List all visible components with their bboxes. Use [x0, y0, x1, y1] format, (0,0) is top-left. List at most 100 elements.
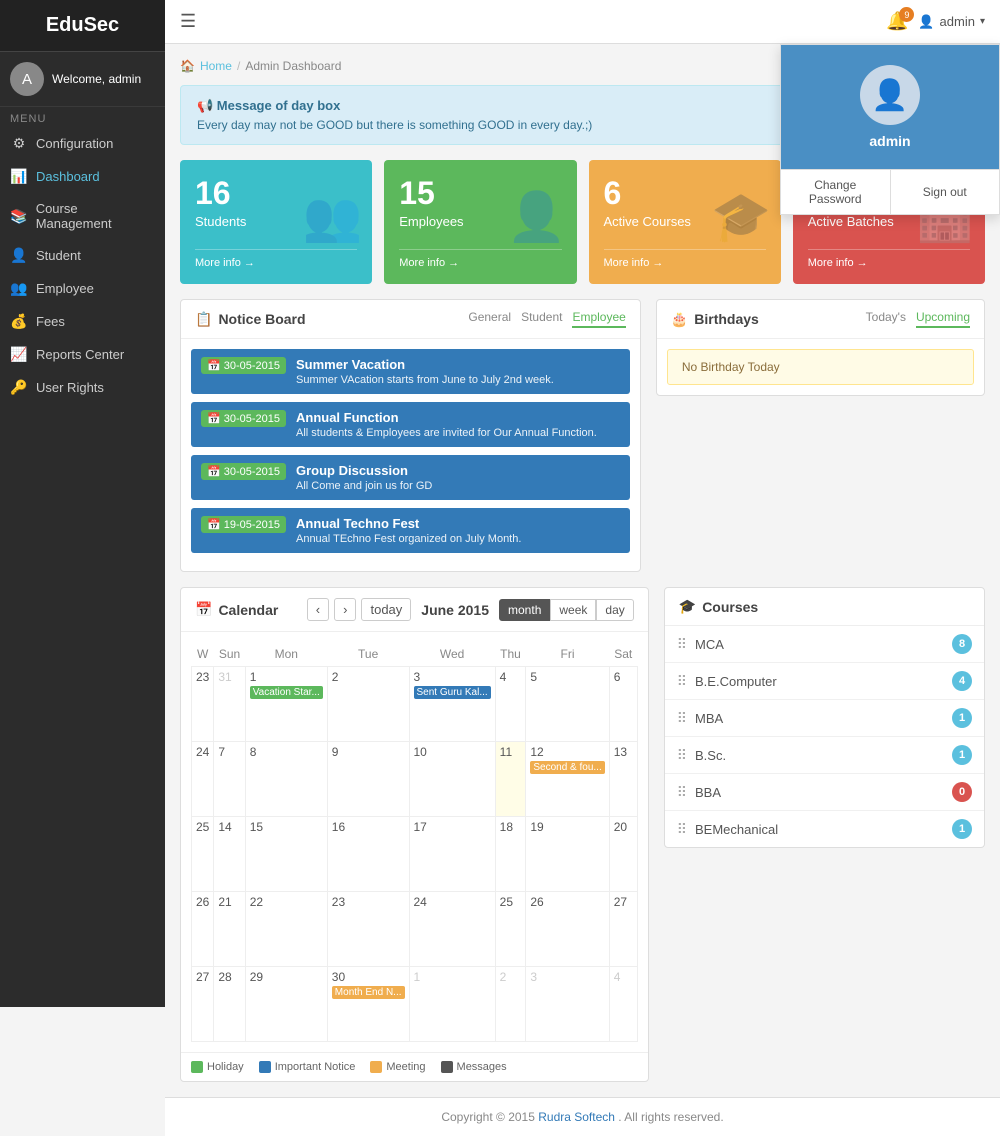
calendar-grid: W Sun Mon Tue Wed Thu Fri Sat — [191, 642, 638, 1042]
course-left-bba: ⠿ BBA — [677, 784, 721, 801]
cal-cell-jun21[interactable]: 21 — [214, 892, 245, 967]
cal-cell-jun13[interactable]: 13 — [609, 742, 637, 817]
cal-cell-may31[interactable]: 31 — [214, 667, 245, 742]
cal-cell-jun25[interactable]: 25 — [495, 892, 526, 967]
course-left-bsc: ⠿ B.Sc. — [677, 747, 726, 764]
cal-cell-jun6[interactable]: 6 — [609, 667, 637, 742]
admin-avatar: 👤 — [860, 65, 920, 125]
cal-cell-jun16[interactable]: 16 — [327, 817, 409, 892]
cal-cell-jun1[interactable]: 1 Vacation Star... — [245, 667, 327, 742]
sidebar-item-label: Reports Center — [36, 347, 124, 362]
topbar-right: 🔔 9 👤 admin ▾ — [886, 11, 985, 32]
cal-cell-jul2[interactable]: 2 — [495, 967, 526, 1042]
cal-cell-jun18[interactable]: 18 — [495, 817, 526, 892]
birthdays-tabs: Today's Upcoming — [866, 310, 970, 328]
cal-header-sun: Sun — [214, 642, 245, 667]
change-password-button[interactable]: Change Password — [781, 170, 891, 214]
sign-out-button[interactable]: Sign out — [891, 170, 1000, 214]
cal-view-month[interactable]: month — [499, 599, 550, 621]
notifications-button[interactable]: 🔔 9 — [886, 11, 908, 32]
calendar-legend: Holiday Important Notice Meeting Message… — [181, 1052, 648, 1081]
calendar-today-button[interactable]: today — [361, 598, 411, 621]
tab-employee[interactable]: Employee — [572, 310, 625, 328]
cal-cell-jun23[interactable]: 23 — [327, 892, 409, 967]
legend-holiday-dot — [191, 1061, 203, 1073]
notice-item-0: 📅 30-05-2015 Summer Vacation Summer VAca… — [191, 349, 630, 394]
notice-board-tabs: General Student Employee — [468, 310, 625, 328]
cal-view-week[interactable]: week — [550, 599, 596, 621]
drag-handle-icon: ⠿ — [677, 673, 687, 690]
notice-board-header: 📋 Notice Board General Student Employee — [181, 300, 640, 339]
sidebar-item-user-rights[interactable]: 🔑 User Rights — [0, 371, 165, 404]
sidebar-item-reports-center[interactable]: 📈 Reports Center — [0, 338, 165, 371]
breadcrumb-home[interactable]: Home — [200, 59, 232, 73]
tab-upcoming[interactable]: Upcoming — [916, 310, 970, 328]
students-more[interactable]: More info → — [195, 249, 357, 269]
sidebar-item-fees[interactable]: 💰 Fees — [0, 305, 165, 338]
cal-cell-jun28[interactable]: 28 — [214, 967, 245, 1042]
cal-cell-jun7[interactable]: 7 — [214, 742, 245, 817]
notice-desc-2: All Come and join us for GD — [296, 480, 432, 492]
notice-date-0: 📅 30-05-2015 — [201, 357, 286, 374]
course-icon: 📚 — [10, 208, 28, 225]
course-name-mca[interactable]: MCA — [695, 637, 724, 652]
cal-cell-jun2[interactable]: 2 — [327, 667, 409, 742]
course-name-bba[interactable]: BBA — [695, 785, 721, 800]
cal-cell-jun17[interactable]: 17 — [409, 817, 495, 892]
calendar-prev-button[interactable]: ‹ — [307, 598, 329, 621]
cal-row-27: 27 28 29 30 Month End N... 1 2 3 4 — [192, 967, 638, 1042]
cal-cell-jun12[interactable]: 12 Second & fou... — [526, 742, 609, 817]
footer-link[interactable]: Rudra Softech — [538, 1110, 615, 1124]
cal-cell-jun3[interactable]: 3 Sent Guru Kal... — [409, 667, 495, 742]
sidebar-item-student[interactable]: 👤 Student — [0, 239, 165, 272]
cal-cell-jun14[interactable]: 14 — [214, 817, 245, 892]
course-name-bsc[interactable]: B.Sc. — [695, 748, 726, 763]
course-badge-be: 4 — [952, 671, 972, 691]
tab-student[interactable]: Student — [521, 310, 562, 328]
cal-cell-jun15[interactable]: 15 — [245, 817, 327, 892]
sidebar-item-configuration[interactable]: ⚙ Configuration — [0, 127, 165, 160]
cal-cell-jun29[interactable]: 29 — [245, 967, 327, 1042]
app-logo: EduSec — [0, 0, 165, 52]
tab-todays[interactable]: Today's — [866, 310, 906, 328]
calendar-next-button[interactable]: › — [334, 598, 356, 621]
cal-cell-jul1[interactable]: 1 — [409, 967, 495, 1042]
legend-meeting: Meeting — [370, 1061, 425, 1073]
drag-handle-icon: ⠿ — [677, 747, 687, 764]
sidebar-item-employee[interactable]: 👥 Employee — [0, 272, 165, 305]
employee-icon: 👥 — [10, 280, 28, 297]
cal-cell-jun20[interactable]: 20 — [609, 817, 637, 892]
course-name-mba[interactable]: MBA — [695, 711, 723, 726]
cal-cell-jun4[interactable]: 4 — [495, 667, 526, 742]
cal-cell-jun10[interactable]: 10 — [409, 742, 495, 817]
course-row-be: ⠿ B.E.Computer 4 — [665, 663, 984, 700]
sidebar-item-course-management[interactable]: 📚 Course Management — [0, 193, 165, 239]
tab-general[interactable]: General — [468, 310, 511, 328]
cal-cell-jun26[interactable]: 26 — [526, 892, 609, 967]
active-batches-more[interactable]: More info → — [808, 249, 970, 269]
employees-more[interactable]: More info → — [399, 249, 561, 269]
sidebar-item-label: Course Management — [36, 201, 155, 231]
cal-cell-jun11[interactable]: 11 — [495, 742, 526, 817]
cal-cell-jun24[interactable]: 24 — [409, 892, 495, 967]
cal-cell-jul4[interactable]: 4 — [609, 967, 637, 1042]
user-icon: 👤 — [918, 14, 934, 30]
cal-cell-jun30[interactable]: 30 Month End N... — [327, 967, 409, 1042]
cal-cell-jun22[interactable]: 22 — [245, 892, 327, 967]
cal-cell-jul3[interactable]: 3 — [526, 967, 609, 1042]
course-name-bemech[interactable]: BEMechanical — [695, 822, 778, 837]
legend-messages: Messages — [441, 1061, 507, 1073]
birthdays-panel: 🎂 Birthdays Today's Upcoming No Birthday… — [656, 299, 985, 572]
cal-cell-jun27[interactable]: 27 — [609, 892, 637, 967]
cal-view-day[interactable]: day — [596, 599, 633, 621]
cal-cell-jun9[interactable]: 9 — [327, 742, 409, 817]
hamburger-button[interactable]: ☰ — [180, 11, 196, 32]
cal-cell-jun5[interactable]: 5 — [526, 667, 609, 742]
sidebar-section-label: Menu — [0, 107, 165, 127]
active-courses-more[interactable]: More info → — [604, 249, 766, 269]
user-menu-button[interactable]: 👤 admin ▾ — [918, 14, 985, 30]
sidebar-item-dashboard[interactable]: 📊 Dashboard — [0, 160, 165, 193]
course-name-be[interactable]: B.E.Computer — [695, 674, 777, 689]
cal-cell-jun19[interactable]: 19 — [526, 817, 609, 892]
cal-cell-jun8[interactable]: 8 — [245, 742, 327, 817]
